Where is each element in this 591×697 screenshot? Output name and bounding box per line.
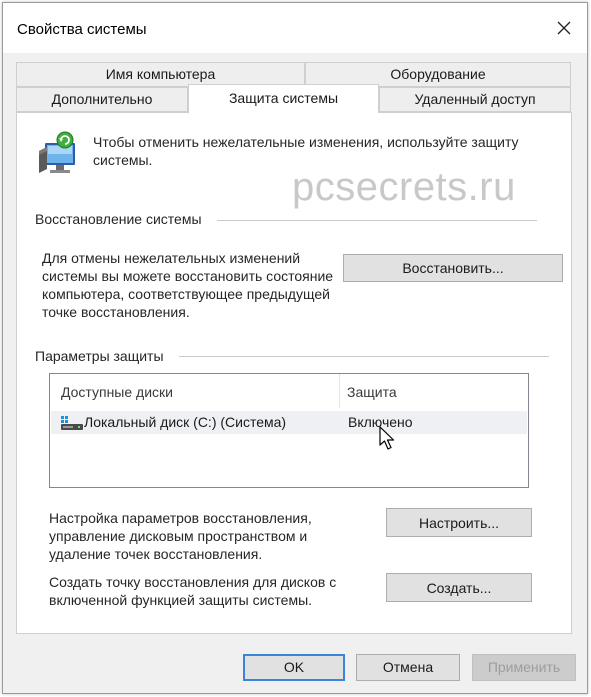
create-button[interactable]: Создать... xyxy=(386,573,532,602)
disk-list-header: Доступные диски Защита xyxy=(50,374,528,410)
apply-button[interactable]: Применить xyxy=(472,654,576,681)
system-protection-panel: Чтобы отменить нежелательные изменения, … xyxy=(16,112,572,634)
disk-name: Локальный диск (C:) (Система) xyxy=(84,414,287,430)
protection-group-title: Параметры защиты xyxy=(35,348,170,364)
restore-group-title: Восстановление системы xyxy=(35,211,208,227)
close-button[interactable] xyxy=(541,3,587,53)
cancel-button[interactable]: Отмена xyxy=(356,654,460,681)
protection-divider xyxy=(179,356,549,357)
create-description: Создать точку восстановления для дисков … xyxy=(49,574,337,608)
column-header-disks[interactable]: Доступные диски xyxy=(61,384,173,400)
tab-advanced[interactable]: Дополнительно xyxy=(16,87,188,112)
intro-text: Чтобы отменить нежелательные изменения, … xyxy=(93,134,519,168)
column-separator[interactable] xyxy=(339,374,340,408)
configure-button[interactable]: Настроить... xyxy=(386,508,532,537)
tab-remote-access[interactable]: Удаленный доступ xyxy=(379,87,571,112)
disk-list: Доступные диски Защита Локальный диск (C… xyxy=(49,373,529,488)
title-bar: Свойства системы xyxy=(3,3,587,53)
mouse-cursor-icon xyxy=(379,426,395,450)
restore-description: Для отмены нежелательных изменений систе… xyxy=(42,250,334,320)
window-title: Свойства системы xyxy=(17,21,147,38)
tab-system-protection[interactable]: Защита системы xyxy=(188,84,379,113)
restore-divider xyxy=(217,220,537,221)
watermark: pcsecrets.ru xyxy=(292,165,516,209)
drive-icon xyxy=(61,416,83,430)
column-header-protection[interactable]: Защита xyxy=(347,384,397,400)
ok-button[interactable]: OK xyxy=(243,654,345,681)
restore-button[interactable]: Восстановить... xyxy=(343,254,563,282)
disk-row-c[interactable]: Локальный диск (C:) (Система) Включено xyxy=(51,411,527,434)
configure-description: Настройка параметров восстановления, упр… xyxy=(49,510,312,562)
close-icon xyxy=(557,21,571,35)
system-protection-icon xyxy=(39,131,75,173)
